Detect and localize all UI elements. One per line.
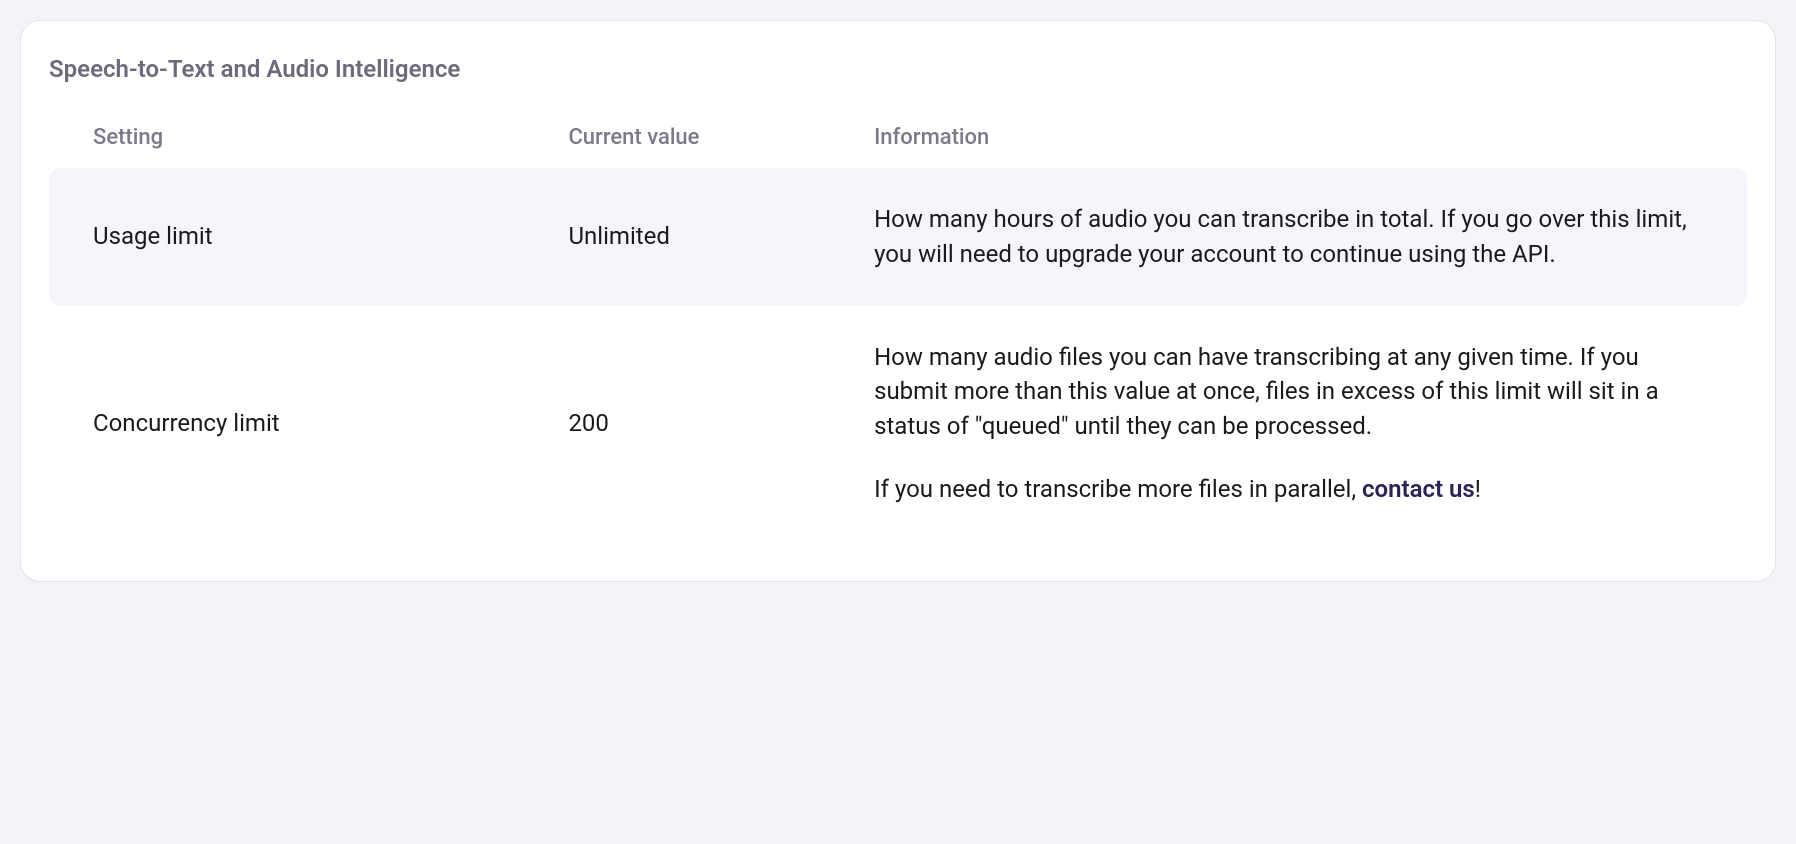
settings-table: Setting Current value Information Usage …	[49, 107, 1747, 541]
info-paragraph: If you need to transcribe more files in …	[874, 472, 1703, 507]
setting-value: 200	[524, 306, 830, 541]
table-row: Concurrency limit 200 How many audio fil…	[49, 306, 1747, 541]
info-text: !	[1475, 475, 1481, 503]
column-header-info: Information	[830, 107, 1747, 168]
info-text: If you need to transcribe more files in …	[874, 475, 1362, 503]
table-row: Usage limit Unlimited How many hours of …	[49, 168, 1747, 306]
setting-info: How many audio files you can have transc…	[830, 306, 1747, 541]
table-header-row: Setting Current value Information	[49, 107, 1747, 168]
column-header-value: Current value	[524, 107, 830, 168]
contact-us-link[interactable]: contact us	[1362, 475, 1475, 503]
settings-card: Speech-to-Text and Audio Intelligence Se…	[20, 20, 1776, 582]
card-title: Speech-to-Text and Audio Intelligence	[49, 55, 1747, 83]
setting-value: Unlimited	[524, 168, 830, 306]
setting-name: Usage limit	[49, 168, 524, 306]
setting-name: Concurrency limit	[49, 306, 524, 541]
setting-info: How many hours of audio you can transcri…	[830, 168, 1747, 306]
info-paragraph: How many audio files you can have transc…	[874, 340, 1703, 444]
column-header-setting: Setting	[49, 107, 524, 168]
